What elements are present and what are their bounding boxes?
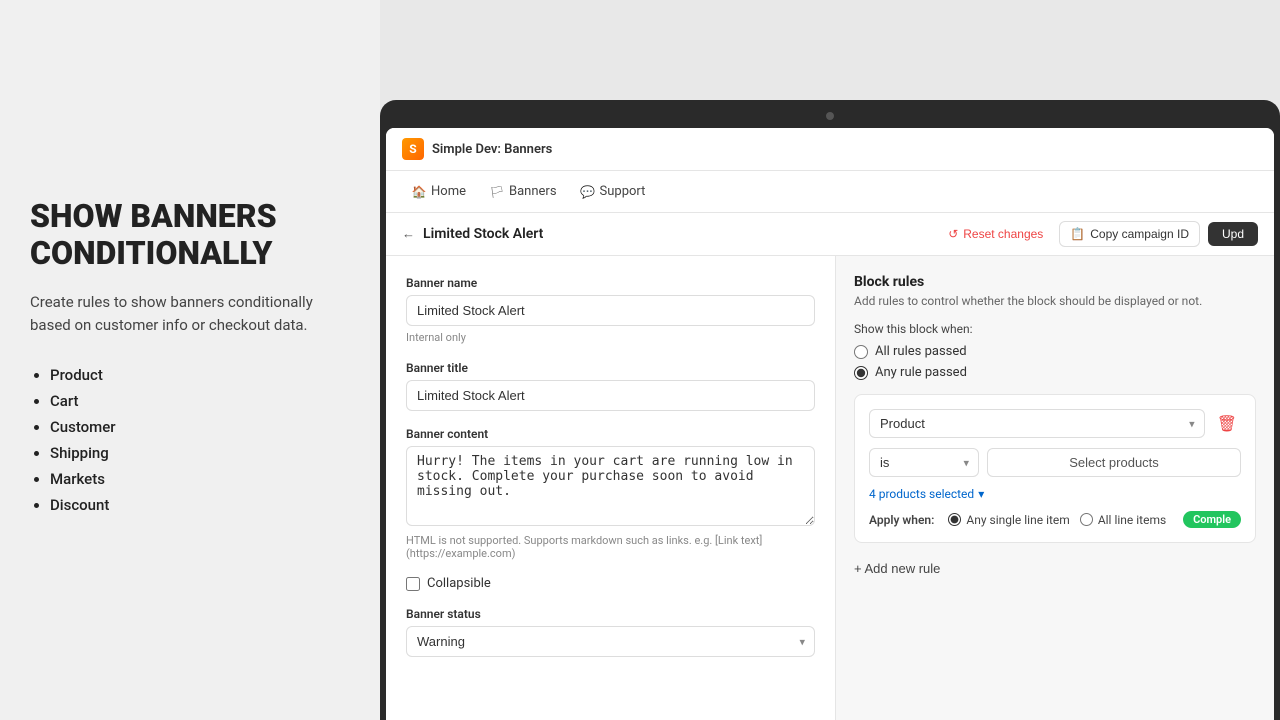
home-icon: 🏠 <box>412 185 426 199</box>
products-selected-link[interactable]: 4 products selected ▾ <box>869 487 1241 501</box>
rule-delete-button[interactable]: 🗑 <box>1213 412 1241 436</box>
app-title: Simple Dev: Banners <box>432 142 552 157</box>
form-panel: Banner name Internal only Banner title B… <box>386 256 836 720</box>
list-item-shipping: Shipping <box>50 444 350 462</box>
show-when-label: Show this block when: <box>854 322 1256 336</box>
tablet-notch <box>826 112 834 120</box>
back-button[interactable]: ← <box>402 226 415 242</box>
select-products-button[interactable]: Select products <box>987 448 1241 477</box>
left-panel: SHOW BANNERS CONDITIONALLY Create rules … <box>0 0 380 720</box>
radio-all-rules: All rules passed <box>854 344 1256 359</box>
banner-name-input[interactable] <box>406 295 815 326</box>
banner-status-select[interactable]: Warning Info Success Error <box>406 626 815 657</box>
banner-content-label: Banner content <box>406 427 815 441</box>
radio-any-rule-label: Any rule passed <box>875 365 967 380</box>
collapsible-checkbox[interactable] <box>406 577 420 591</box>
internal-only-label: Internal only <box>406 331 466 344</box>
rule-condition-row: is is not ▾ Select products <box>869 448 1241 477</box>
banner-title-input[interactable] <box>406 380 815 411</box>
copy-campaign-id-button[interactable]: 📋 Copy campaign ID <box>1059 221 1200 247</box>
rule-type-select-wrap: Product Cart Customer Shipping ▾ <box>869 409 1205 438</box>
list-item-product: Product <box>50 366 350 384</box>
banner-name-label: Banner name <box>406 276 815 290</box>
status-badge: Comple <box>1183 511 1241 528</box>
apply-when-label: Apply when: <box>869 513 934 527</box>
show-when-radio-group: All rules passed Any rule passed <box>854 344 1256 380</box>
radio-any-rule: Any rule passed <box>854 365 1256 380</box>
list-item-markets: Markets <box>50 470 350 488</box>
app-header: S Simple Dev: Banners <box>386 128 1274 171</box>
rules-panel: Block rules Add rules to control whether… <box>836 256 1274 720</box>
rules-title: Block rules <box>854 274 1256 290</box>
apply-single-line-item: Any single line item <box>948 513 1069 527</box>
list-item-discount: Discount <box>50 496 350 514</box>
reset-icon: ↺ <box>948 227 958 241</box>
rule-block: Product Cart Customer Shipping ▾ 🗑 <box>854 394 1256 543</box>
right-panel: S Simple Dev: Banners 🏠 Home 🏳 Banners 💬… <box>380 0 1280 720</box>
apply-all-radio[interactable] <box>1080 513 1093 526</box>
nav-item-home[interactable]: 🏠 Home <box>402 179 476 204</box>
banners-icon: 🏳 <box>490 185 504 199</box>
apply-all-line-items: All line items <box>1080 513 1166 527</box>
banner-content-group: Banner content HTML is not supported. Su… <box>406 427 815 560</box>
back-arrow-icon: ← <box>402 226 415 242</box>
add-new-rule-button[interactable]: + Add new rule <box>854 555 940 582</box>
toolbar: ← Limited Stock Alert ↺ Reset changes 📋 … <box>386 213 1274 256</box>
banner-status-select-wrap: Warning Info Success Error ▾ <box>406 626 815 657</box>
rule-type-row: Product Cart Customer Shipping ▾ 🗑 <box>869 409 1241 438</box>
collapsible-label: Collapsible <box>427 576 491 591</box>
tablet-frame: S Simple Dev: Banners 🏠 Home 🏳 Banners 💬… <box>380 100 1280 720</box>
description: Create rules to show banners conditional… <box>30 291 350 336</box>
condition-select-wrap: is is not ▾ <box>869 448 979 477</box>
delete-icon: 🗑 <box>1217 416 1237 433</box>
rule-type-select[interactable]: Product Cart Customer Shipping <box>869 409 1205 438</box>
collapsible-row: Collapsible <box>406 576 815 591</box>
main-content: Banner name Internal only Banner title B… <box>386 256 1274 720</box>
radio-all-rules-label: All rules passed <box>875 344 967 359</box>
banner-hint: HTML is not supported. Supports markdown… <box>406 534 815 560</box>
nav-item-banners[interactable]: 🏳 Banners <box>480 179 567 204</box>
app-icon: S <box>402 138 424 160</box>
radio-any-rule-input[interactable] <box>854 366 868 380</box>
reset-button[interactable]: ↺ Reset changes <box>940 222 1051 246</box>
banner-name-group: Banner name Internal only <box>406 276 815 345</box>
apply-single-radio[interactable] <box>948 513 961 526</box>
toolbar-left: ← Limited Stock Alert <box>402 226 543 242</box>
app-window: S Simple Dev: Banners 🏠 Home 🏳 Banners 💬… <box>386 128 1274 720</box>
chevron-down-small-icon: ▾ <box>978 487 984 501</box>
copy-icon: 📋 <box>1070 227 1085 241</box>
nav-bar: 🏠 Home 🏳 Banners 💬 Support <box>386 171 1274 213</box>
rules-subtitle: Add rules to control whether the block s… <box>854 294 1256 308</box>
banner-status-label: Banner status <box>406 607 815 621</box>
update-button[interactable]: Upd <box>1208 222 1258 246</box>
main-heading: SHOW BANNERS CONDITIONALLY <box>30 198 350 272</box>
radio-all-rules-input[interactable] <box>854 345 868 359</box>
feature-list: Product Cart Customer Shipping Markets D… <box>30 366 350 522</box>
condition-select[interactable]: is is not <box>869 448 979 477</box>
toolbar-right: ↺ Reset changes 📋 Copy campaign ID Upd <box>940 221 1258 247</box>
banner-content-textarea[interactable] <box>406 446 815 526</box>
banner-status-group: Banner status Warning Info Success Error… <box>406 607 815 657</box>
page-title: Limited Stock Alert <box>423 226 543 242</box>
list-item-customer: Customer <box>50 418 350 436</box>
nav-item-support[interactable]: 💬 Support <box>571 179 656 204</box>
list-item-cart: Cart <box>50 392 350 410</box>
banner-title-group: Banner title <box>406 361 815 411</box>
banner-title-label: Banner title <box>406 361 815 375</box>
support-icon: 💬 <box>581 185 595 199</box>
apply-when-row: Apply when: Any single line item All lin… <box>869 511 1241 528</box>
